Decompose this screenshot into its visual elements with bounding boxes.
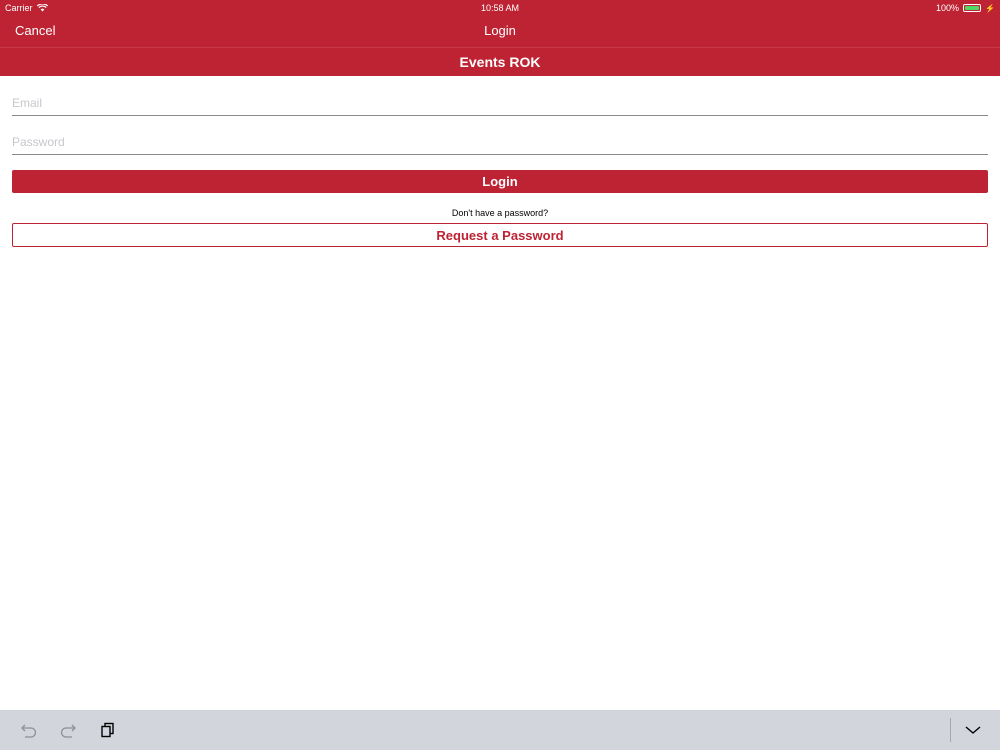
toolbar-separator — [950, 718, 951, 742]
undo-icon — [21, 724, 37, 738]
login-button[interactable]: Login — [12, 170, 988, 193]
email-field[interactable] — [12, 90, 988, 116]
no-password-text: Don't have a password? — [451, 208, 549, 218]
battery-percent: 100% — [936, 3, 960, 13]
password-field[interactable] — [12, 129, 988, 155]
keyboard-toolbar — [0, 710, 1000, 750]
redo-icon — [60, 724, 76, 738]
dismiss-keyboard-button[interactable] — [962, 720, 984, 740]
redo-button[interactable] — [57, 720, 79, 740]
navigation-bar: Cancel Login — [0, 16, 1000, 47]
battery-icon — [963, 4, 982, 12]
charging-icon: ⚡ — [985, 3, 995, 13]
dismiss-keyboard-icon — [965, 726, 981, 734]
status-time: 10:58 AM — [480, 3, 520, 13]
battery-level-fill — [965, 6, 980, 10]
undo-button[interactable] — [18, 720, 40, 740]
status-bar: Carrier 10:58 AM 100% ⚡ — [0, 0, 1000, 16]
paste-button[interactable] — [97, 720, 119, 740]
paste-icon — [101, 722, 114, 738]
nav-title: Login — [484, 23, 516, 38]
app-header: Events ROK — [0, 48, 1000, 76]
request-password-button[interactable]: Request a Password — [12, 223, 988, 247]
battery-info: 100% ⚡ — [936, 3, 995, 13]
